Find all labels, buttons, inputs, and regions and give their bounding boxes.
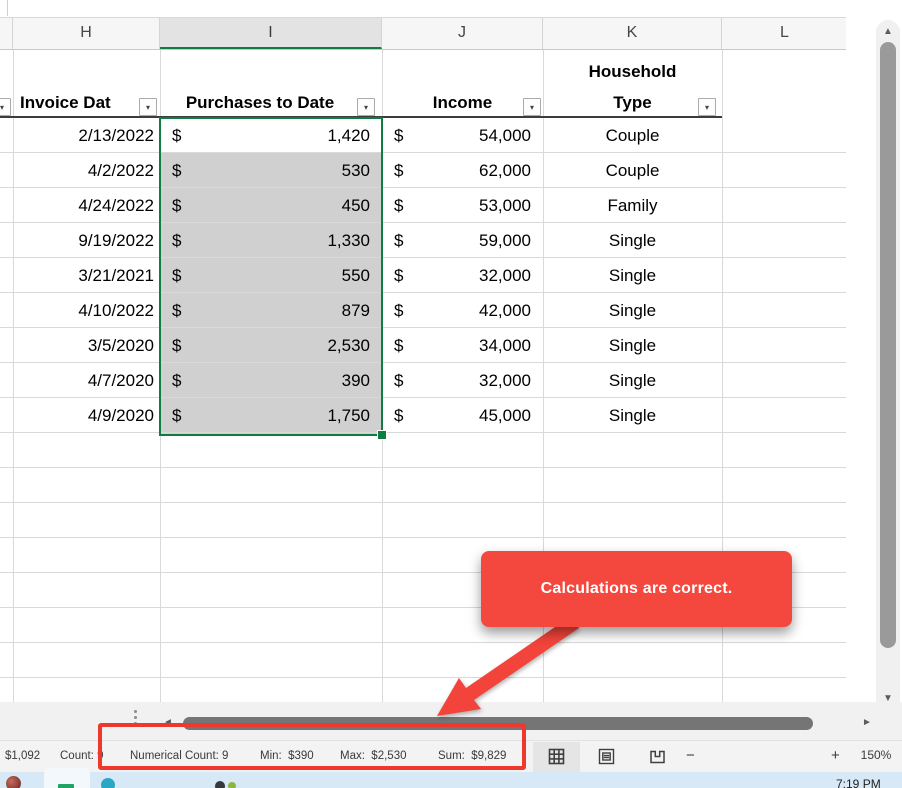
table-row: 3/21/2021 $550 $32,000 Single [0, 258, 846, 293]
taskbar-excel-icon[interactable] [58, 784, 74, 788]
cell-invoice-date[interactable]: 4/24/2022 [13, 188, 160, 223]
cell-income[interactable]: $53,000 [382, 188, 543, 223]
table-row: 4/7/2020 $390 $32,000 Single [0, 363, 846, 398]
cell-household[interactable]: Single [543, 398, 722, 433]
status-min: Min: $390 [260, 741, 314, 773]
scroll-right-icon[interactable]: ► [862, 718, 872, 728]
windows-taskbar [0, 772, 902, 788]
cell-purchases[interactable]: $450 [160, 188, 382, 223]
cell-purchases[interactable]: $530 [160, 153, 382, 188]
callout-text: Calculations are correct. [541, 580, 733, 598]
zoom-in-button[interactable]: + [831, 741, 840, 773]
filter-dropdown-icon-invoice-date[interactable]: ▾ [139, 98, 157, 116]
fill-handle[interactable] [377, 430, 387, 440]
header-household-type[interactable]: Household Type [543, 50, 722, 118]
cell-household[interactable]: Couple [543, 118, 722, 153]
filter-dropdown-icon-household[interactable]: ▾ [698, 98, 716, 116]
taskbar-app-icon[interactable] [101, 778, 115, 788]
taskbar-clock[interactable]: 7:19 PM [836, 777, 881, 788]
table-row: 4/10/2022 $879 $42,000 Single [0, 293, 846, 328]
cell-household[interactable]: Single [543, 223, 722, 258]
cell-invoice-date[interactable]: 4/2/2022 [13, 153, 160, 188]
table-row: 4/24/2022 $450 $53,000 Family [0, 188, 846, 223]
cell-household[interactable]: Family [543, 188, 722, 223]
zoom-level-button[interactable]: 150% [854, 740, 898, 772]
cell-purchases[interactable]: $390 [160, 363, 382, 398]
table-row: 4/9/2020 $1,750 $45,000 Single [0, 398, 846, 433]
table-body: 2/13/2022 $1,420 $54,000 Couple 4/2/2022… [0, 118, 846, 433]
column-header-band: H I J K L [0, 17, 847, 50]
taskbar-browser-icon[interactable] [6, 776, 21, 788]
cell-income[interactable]: $32,000 [382, 258, 543, 293]
normal-view-icon[interactable] [548, 748, 565, 765]
cell-income[interactable]: $32,000 [382, 363, 543, 398]
annotation-callout: Calculations are correct. [481, 551, 792, 627]
status-sum: Sum: $9,829 [438, 741, 506, 773]
column-header-partial[interactable] [0, 18, 13, 49]
pane-divider [7, 0, 8, 16]
zoom-out-button[interactable]: − [686, 741, 695, 773]
column-header-L[interactable]: L [722, 18, 847, 49]
status-max: Max: $2,530 [340, 741, 406, 773]
column-header-H[interactable]: H [13, 18, 160, 49]
cell-purchases[interactable]: $1,330 [160, 223, 382, 258]
filter-dropdown-icon[interactable]: ▾ [0, 98, 11, 116]
table-row: 3/5/2020 $2,530 $34,000 Single [0, 328, 846, 363]
column-header-J[interactable]: J [382, 18, 543, 49]
formula-bar-edge [0, 0, 902, 17]
excel-spreadsheet-screen: H I J K L Invoice Dat Purchases to Date … [0, 0, 902, 788]
horizontal-scrollbar-thumb[interactable] [183, 717, 813, 730]
taskbar-app-icon[interactable] [228, 782, 236, 788]
cell-income[interactable]: $34,000 [382, 328, 543, 363]
scroll-left-icon[interactable]: ◄ [163, 718, 173, 728]
cell-invoice-date[interactable]: 4/9/2020 [13, 398, 160, 433]
cell-invoice-date[interactable]: 2/13/2022 [13, 118, 160, 153]
cell-purchases-active[interactable]: $1,420 [160, 118, 382, 153]
cell-income[interactable]: $42,000 [382, 293, 543, 328]
status-bar: $1,092 Count: 9 Numerical Count: 9 Min: … [0, 740, 902, 772]
column-header-K[interactable]: K [543, 18, 722, 49]
splitter-handle-icon[interactable] [134, 710, 137, 725]
table-row: 9/19/2022 $1,330 $59,000 Single [0, 223, 846, 258]
cell-household[interactable]: Single [543, 293, 722, 328]
cell-household[interactable]: Couple [543, 153, 722, 188]
scroll-up-icon[interactable]: ▲ [883, 27, 893, 37]
column-header-I-selected[interactable]: I [160, 18, 382, 49]
cell-purchases[interactable]: $550 [160, 258, 382, 293]
cell-income[interactable]: $59,000 [382, 223, 543, 258]
cell-purchases[interactable]: $1,750 [160, 398, 382, 433]
cell-household[interactable]: Single [543, 258, 722, 293]
cell-income[interactable]: $54,000 [382, 118, 543, 153]
header-income[interactable]: Income [382, 50, 543, 118]
table-row: 2/13/2022 $1,420 $54,000 Couple [0, 118, 846, 153]
cell-income[interactable]: $45,000 [382, 398, 543, 433]
table-row: 4/2/2022 $530 $62,000 Couple [0, 153, 846, 188]
taskbar-app-icon[interactable] [215, 781, 225, 788]
header-invoice-date[interactable]: Invoice Dat [13, 50, 160, 118]
cell-invoice-date[interactable]: 3/5/2020 [13, 328, 160, 363]
filter-dropdown-icon-income[interactable]: ▾ [523, 98, 541, 116]
header-purchases-to-date[interactable]: Purchases to Date [160, 50, 360, 118]
cell-purchases[interactable]: $2,530 [160, 328, 382, 363]
cell-invoice-date[interactable]: 3/21/2021 [13, 258, 160, 293]
page-layout-view-icon[interactable] [598, 748, 615, 765]
cell-income[interactable]: $62,000 [382, 153, 543, 188]
vertical-scrollbar-thumb[interactable] [880, 42, 896, 648]
cell-purchases[interactable]: $879 [160, 293, 382, 328]
cell-household[interactable]: Single [543, 363, 722, 398]
status-average-value: $1,092 [5, 741, 40, 773]
cell-household[interactable]: Single [543, 328, 722, 363]
cell-invoice-date[interactable]: 9/19/2022 [13, 223, 160, 258]
cell-invoice-date[interactable]: 4/10/2022 [13, 293, 160, 328]
cell-invoice-date[interactable]: 4/7/2020 [13, 363, 160, 398]
filter-dropdown-icon-purchases[interactable]: ▾ [357, 98, 375, 116]
page-break-view-icon[interactable] [649, 748, 666, 765]
status-numerical-count: Numerical Count: 9 [130, 741, 228, 773]
